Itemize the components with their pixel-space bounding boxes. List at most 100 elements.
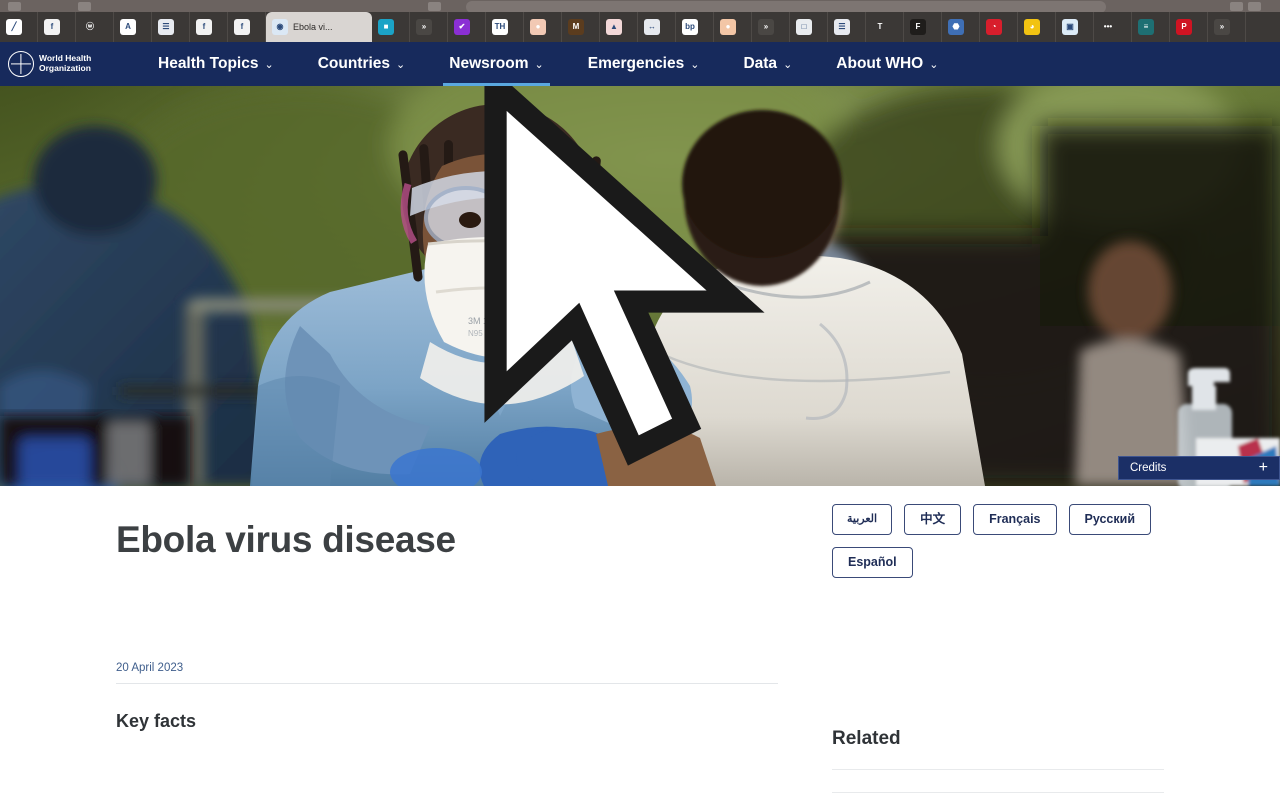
browser-tab[interactable]: » (752, 12, 790, 42)
browser-tab[interactable]: bp (676, 12, 714, 42)
dd-icon: » (758, 19, 774, 35)
who-logo-line2: Organization (39, 63, 91, 73)
browser-tab[interactable]: ■ (372, 12, 410, 42)
peach-circle-icon: ● (720, 19, 736, 35)
peach-circle-icon: ● (530, 19, 546, 35)
language-button[interactable]: العربية (832, 504, 893, 535)
nav-item-data[interactable]: Data ⌄ (721, 42, 814, 86)
language-button[interactable]: Русский (1068, 504, 1152, 535)
chevron-down-icon: ⌄ (783, 58, 793, 71)
browser-tab[interactable]: ✔ (448, 12, 486, 42)
browser-tab[interactable]: ◔ (980, 12, 1018, 42)
browser-tab[interactable]: ≡ (1132, 12, 1170, 42)
content-side-column: العربية 中文 Français Русский Español Related (832, 486, 1164, 793)
dots-icon: ••• (1100, 19, 1116, 35)
nav-item-label: Health Topics (158, 55, 259, 72)
nav-item-health-topics[interactable]: Health Topics ⌄ (136, 42, 296, 86)
nav-item-newsroom[interactable]: Newsroom ⌄ (427, 42, 565, 86)
menu-icon[interactable] (1248, 2, 1261, 11)
browser-tab[interactable]: ◕ (1018, 12, 1056, 42)
mouse-cursor (484, 86, 765, 466)
main-navigation: Health Topics ⌄ Countries ⌄ Newsroom ⌄ Emergen… (136, 42, 960, 86)
f-boxed-icon: F (910, 19, 926, 35)
bookmark-icon[interactable] (428, 2, 441, 11)
browser-tab[interactable]: ▲ (600, 12, 638, 42)
w-icon: ⓦ (82, 19, 98, 35)
facebook-icon: f (44, 19, 60, 35)
browser-tab[interactable]: ▣ (1056, 12, 1094, 42)
nav-item-label: Emergencies (587, 55, 685, 72)
chevron-down-icon: ⌄ (396, 58, 406, 71)
related-divider-2 (832, 791, 1164, 793)
nav-item-about-who[interactable]: About WHO ⌄ (814, 42, 960, 86)
browser-tab[interactable]: » (410, 12, 448, 42)
who-favicon: ◉ (272, 19, 288, 35)
browser-tab[interactable]: ⓦ (76, 12, 114, 42)
who-site-header: World Health Organization Health Topics ⌄… (0, 42, 1280, 86)
chevron-down-icon: ⌄ (264, 58, 274, 71)
browser-tab[interactable]: ● (714, 12, 752, 42)
browser-tab[interactable]: □ (790, 12, 828, 42)
browser-tab[interactable]: f (228, 12, 266, 42)
browser-tab-active[interactable]: ◉ Ebola vi... (266, 12, 372, 42)
browser-tab[interactable]: F (904, 12, 942, 42)
m-badge-icon: M (568, 19, 584, 35)
language-button[interactable]: 中文 (904, 504, 962, 535)
who-emblem-icon (8, 51, 34, 77)
nav-item-label: Countries (317, 55, 391, 72)
chevron-down-icon: ⌄ (929, 58, 939, 71)
nav-item-countries[interactable]: Countries ⌄ (296, 42, 428, 86)
browser-chrome-strip (0, 0, 1280, 12)
browser-tab[interactable]: TH (486, 12, 524, 42)
browser-tab[interactable]: P (1170, 12, 1208, 42)
browser-tab[interactable]: ● (524, 12, 562, 42)
publish-date: 20 April 2023 (116, 662, 184, 674)
va-icon: ↔ (644, 19, 660, 35)
address-bar[interactable] (466, 1, 1106, 12)
who-logo[interactable]: World Health Organization (8, 51, 118, 77)
book-icon: ☰ (158, 19, 174, 35)
t-letter-icon: T (872, 19, 888, 35)
browser-tab-bar: ╱ f ⓦ A ☰ f f ◉ Ebola vi... ■ » ✔ TH ● M ▲ ↔ bp ● » □ ☰ T F ⬣ ◔ ◕ ▣… (0, 12, 1280, 42)
nav-item-label: About WHO (836, 55, 924, 72)
language-button[interactable]: Español (832, 547, 913, 578)
page-content: Ebola virus disease 20 April 2023 Key fa… (0, 486, 1280, 793)
dd-icon: » (416, 19, 432, 35)
browser-tab[interactable]: ╱ (0, 12, 38, 42)
related-heading: Related (832, 727, 901, 749)
profile-icon[interactable] (1230, 2, 1243, 11)
content-divider (116, 683, 778, 684)
red-shape-icon: ▲ (606, 19, 622, 35)
browser-tab[interactable]: ⬣ (942, 12, 980, 42)
related-divider-1 (832, 768, 1164, 770)
browser-tab[interactable]: ☰ (152, 12, 190, 42)
hero-image: 3M 1860 N95 Respirator Credits + (0, 86, 1280, 486)
red-cap-icon: ◔ (986, 19, 1002, 35)
nav-item-label: Newsroom (449, 55, 529, 72)
doc-icon: ╱ (6, 19, 22, 35)
browser-tab[interactable]: ☰ (828, 12, 866, 42)
yellow-circle-icon: ◕ (1024, 19, 1040, 35)
browser-tab[interactable]: » (1208, 12, 1246, 42)
browser-tab[interactable]: A (114, 12, 152, 42)
blue-doc-icon: ▣ (1062, 19, 1078, 35)
nav-item-label: Data (743, 55, 778, 72)
forward-button[interactable] (78, 2, 91, 11)
shield-icon: ⬣ (948, 19, 964, 35)
tm-icon: TH (492, 19, 508, 35)
dd-icon: » (1214, 19, 1230, 35)
nav-item-emergencies[interactable]: Emergencies ⌄ (566, 42, 722, 86)
browser-tab[interactable]: f (38, 12, 76, 42)
back-button[interactable] (8, 2, 21, 11)
browser-tab[interactable]: M (562, 12, 600, 42)
bp-icon: bp (682, 19, 698, 35)
p-red-icon: P (1176, 19, 1192, 35)
section-heading-key-facts: Key facts (116, 711, 197, 731)
grey-square-icon: □ (796, 19, 812, 35)
book-icon: ☰ (834, 19, 850, 35)
browser-tab[interactable]: ••• (1094, 12, 1132, 42)
browser-tab[interactable]: ↔ (638, 12, 676, 42)
browser-tab[interactable]: f (190, 12, 228, 42)
browser-tab[interactable]: T (866, 12, 904, 42)
language-button[interactable]: Français (973, 504, 1057, 535)
